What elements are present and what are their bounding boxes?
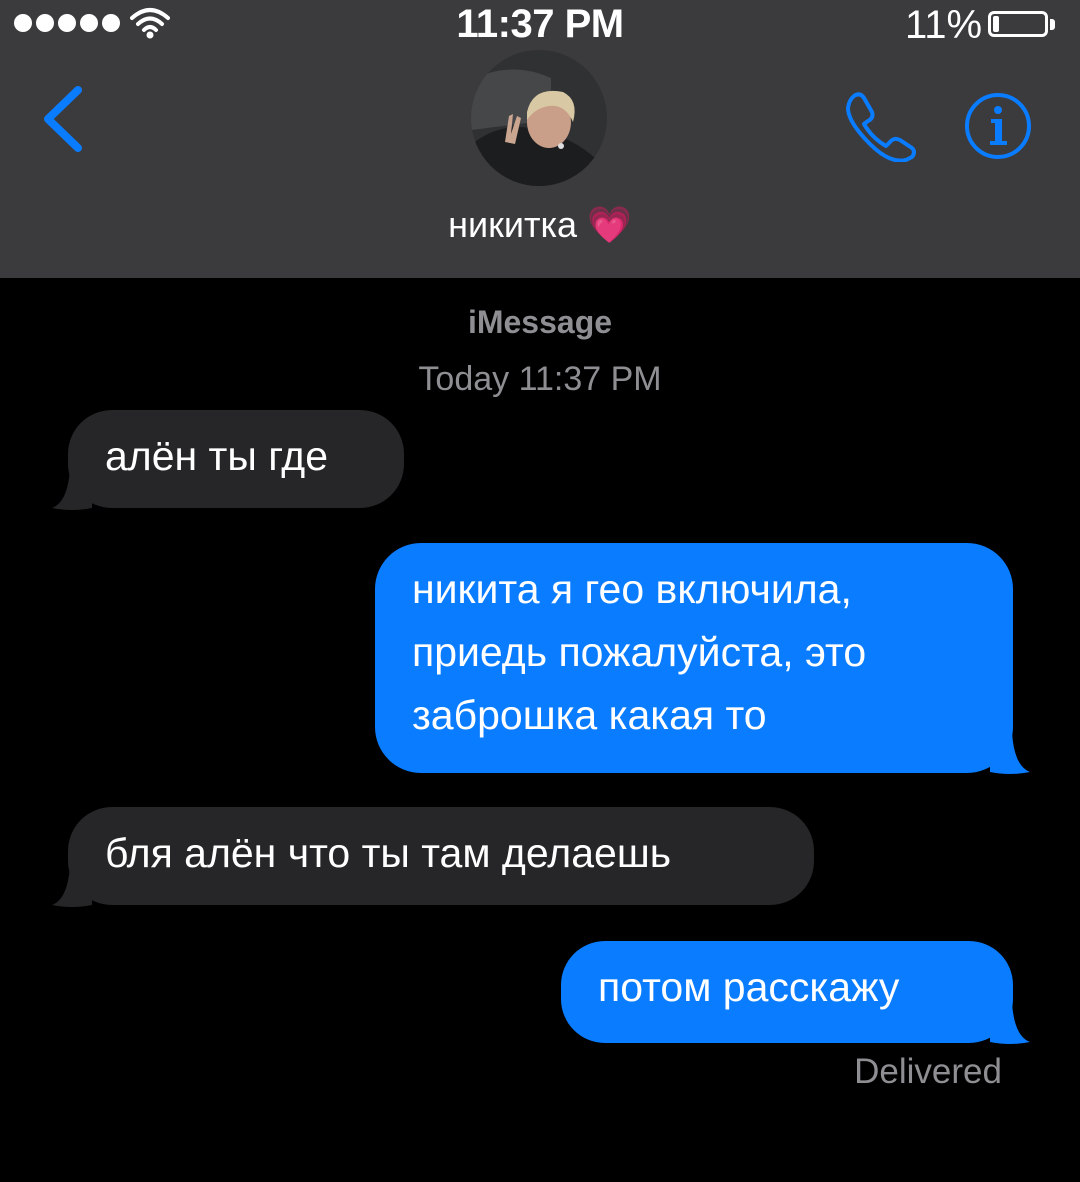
info-icon[interactable] [964,92,1032,160]
battery-nub [1050,19,1055,30]
message-bubble-incoming[interactable]: алён ты где [68,410,404,508]
phone-icon[interactable] [842,90,918,162]
message-bubble-incoming[interactable]: бля алён что ты там делаешь [68,807,814,905]
status-bar: 11:37 PM 11% [0,0,1080,52]
delivery-status: Delivered [854,1052,1002,1091]
battery-icon [988,11,1048,37]
message-timestamp: Today 11:37 PM [418,360,662,398]
service-label: iMessage [467,304,613,340]
message-text: потом расскажу [598,964,900,1010]
message-bubble-outgoing[interactable]: потом расскажу [561,941,1013,1043]
message-text: алён ты где [105,433,329,479]
message-bubble-outgoing[interactable]: никита я гео включила, приедь пожалуйста… [375,543,1013,773]
contact-name[interactable]: никитка 💗 [0,204,1080,246]
avatar-photo [471,50,607,186]
contact-avatar[interactable] [471,50,607,186]
message-text: бля алён что ты там делаешь [105,830,672,876]
message-text: никита я гео включила, приедь пожалуйста… [412,566,867,738]
battery-percentage: 11% [905,3,983,47]
chevron-left-icon[interactable] [38,84,88,154]
conversation-header: 11:37 PM 11% никитка 💗 [0,0,1080,278]
